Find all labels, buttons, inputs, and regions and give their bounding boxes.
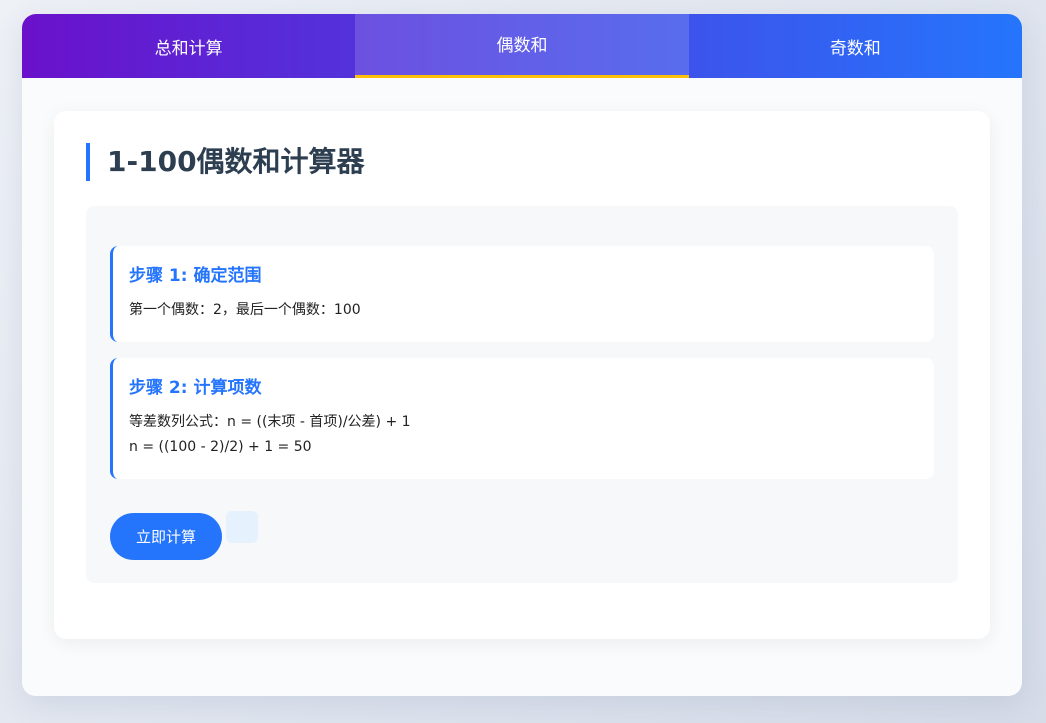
tab-total-sum[interactable]: 总和计算	[22, 14, 355, 78]
content-area: 1-100偶数和计算器 步骤 1: 确定范围 第一个偶数：2，最后一个偶数：10…	[22, 78, 1022, 696]
app-window: 总和计算 偶数和 奇数和 1-100偶数和计算器 步骤 1: 确定范围 第一个偶…	[22, 14, 1022, 696]
result-box	[226, 511, 258, 543]
calculate-button[interactable]: 立即计算	[110, 513, 222, 560]
calculator-card: 1-100偶数和计算器 步骤 1: 确定范围 第一个偶数：2，最后一个偶数：10…	[54, 111, 990, 639]
step-text: n = ((100 - 2)/2) + 1 = 50	[129, 439, 312, 455]
tab-odd-sum[interactable]: 奇数和	[689, 14, 1022, 78]
step-card-2: 步骤 2: 计算项数 等差数列公式：n = ((末项 - 首项)/公差) + 1…	[110, 358, 934, 479]
step-card-1: 步骤 1: 确定范围 第一个偶数：2，最后一个偶数：100	[110, 246, 934, 342]
step-text: 第一个偶数：2，最后一个偶数：100	[129, 302, 361, 318]
step-title: 步骤 1: 确定范围	[129, 266, 262, 286]
steps-panel: 步骤 1: 确定范围 第一个偶数：2，最后一个偶数：100 步骤 2: 计算项数…	[86, 206, 958, 583]
step-text: 等差数列公式：n = ((末项 - 首项)/公差) + 1	[129, 414, 411, 430]
tab-even-sum[interactable]: 偶数和	[355, 14, 689, 78]
tab-label: 总和计算	[154, 38, 223, 59]
tab-label: 偶数和	[496, 36, 548, 56]
step-title: 步骤 2: 计算项数	[129, 378, 262, 398]
tab-label: 奇数和	[829, 38, 881, 59]
page-title: 1-100偶数和计算器	[86, 143, 365, 181]
tab-bar: 总和计算 偶数和 奇数和	[22, 14, 1022, 78]
